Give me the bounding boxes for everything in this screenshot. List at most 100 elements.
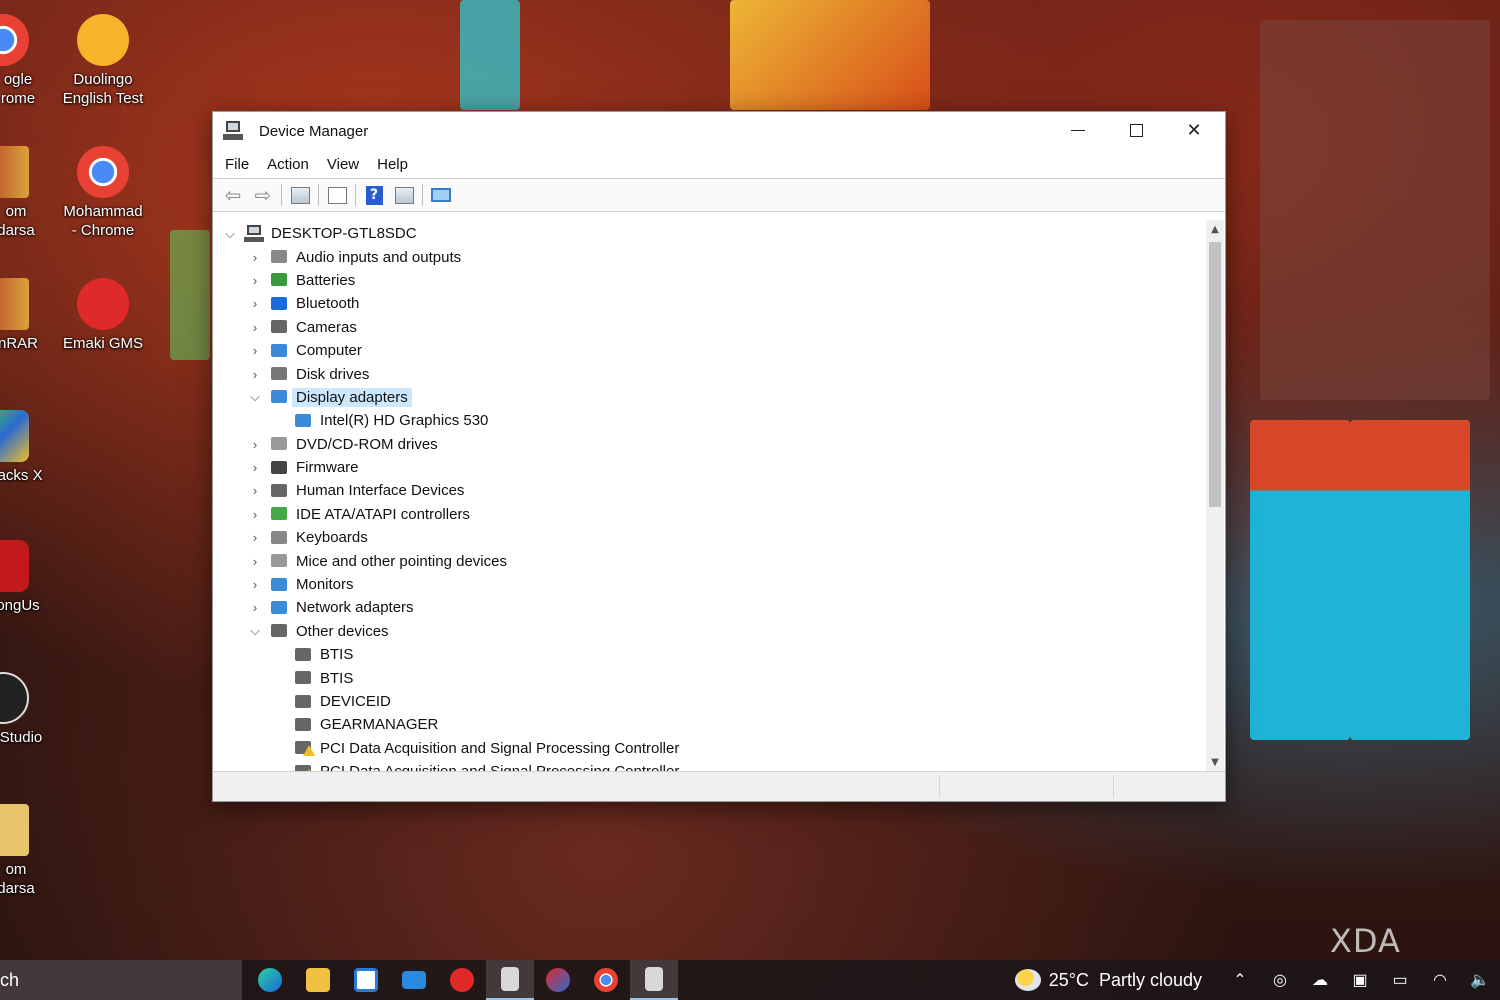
- warning-device-icon: [293, 763, 315, 771]
- scroll-thumb[interactable]: [1209, 242, 1221, 507]
- onedrive-icon[interactable]: ☁: [1300, 970, 1340, 990]
- taskbar-app-edge[interactable]: [246, 960, 294, 1000]
- security-icon[interactable]: ▣: [1340, 970, 1380, 990]
- title-bar[interactable]: Device Manager ✕: [213, 112, 1225, 150]
- menu-action[interactable]: Action: [259, 156, 317, 173]
- tree-category[interactable]: › Disk drives: [214, 362, 1205, 385]
- tree-category[interactable]: › Human Interface Devices: [214, 479, 1205, 502]
- desktop-icon-folder[interactable]: om darsa: [0, 804, 46, 898]
- wifi-icon[interactable]: ◠: [1420, 970, 1460, 990]
- taskbar-app-store[interactable]: [342, 960, 390, 1000]
- tree-category[interactable]: › Bluetooth: [214, 292, 1205, 315]
- chevron-down-icon[interactable]: ⌵: [247, 389, 263, 405]
- menu-file[interactable]: File: [217, 156, 257, 173]
- desktop-icon-emaki[interactable]: Emaki GMS: [60, 278, 146, 353]
- tree-category[interactable]: ⌵ Other devices: [214, 620, 1205, 643]
- tree-category[interactable]: ⌵ Display adapters: [214, 386, 1205, 409]
- desktop-icon-amongus[interactable]: ongUs: [0, 540, 46, 615]
- tree-device[interactable]: GEARMANAGER: [214, 713, 1205, 736]
- action-pane-icon: [394, 186, 414, 204]
- tree-category[interactable]: › Audio inputs and outputs: [214, 245, 1205, 268]
- taskbar-app-mail[interactable]: [390, 960, 438, 1000]
- chevron-right-icon[interactable]: ›: [247, 506, 263, 522]
- chevron-right-icon[interactable]: ›: [247, 272, 263, 288]
- tree-category[interactable]: › Computer: [214, 339, 1205, 362]
- forward-button[interactable]: ⇨: [252, 183, 274, 207]
- chevron-right-icon[interactable]: ›: [247, 577, 263, 593]
- chevron-down-icon[interactable]: ⌵: [247, 623, 263, 639]
- desktop-icon-shortcut[interactable]: om darsa: [0, 146, 46, 240]
- chevron-up-icon[interactable]: ⌃: [1220, 970, 1260, 990]
- desktop-icon-bluestacks[interactable]: tacks X: [0, 410, 46, 485]
- menu-view[interactable]: View: [319, 156, 367, 173]
- taskbar-app-chrome[interactable]: [582, 960, 630, 1000]
- tree-category[interactable]: › Firmware: [214, 456, 1205, 479]
- tree-category[interactable]: › Mice and other pointing devices: [214, 549, 1205, 572]
- volume-icon[interactable]: 🔈: [1460, 970, 1500, 990]
- vertical-scrollbar[interactable]: ▲ ▼: [1206, 220, 1224, 771]
- chevron-right-icon[interactable]: ›: [247, 460, 263, 476]
- chevron-right-icon[interactable]: ›: [247, 249, 263, 265]
- status-bar-divider: [1113, 775, 1114, 798]
- chevron-right-icon[interactable]: ›: [247, 483, 263, 499]
- desktop-icon-winrar[interactable]: nRAR: [0, 278, 46, 353]
- taskbar-app-device-manager-2[interactable]: [630, 960, 678, 1000]
- tree-device[interactable]: PCI Data Acquisition and Signal Processi…: [214, 760, 1205, 771]
- chevron-right-icon[interactable]: ›: [247, 600, 263, 616]
- scan-hardware-button[interactable]: [430, 184, 452, 206]
- minimize-button[interactable]: [1049, 112, 1107, 148]
- tree-device[interactable]: PCI Data Acquisition and Signal Processi…: [214, 737, 1205, 760]
- chevron-right-icon[interactable]: ›: [247, 553, 263, 569]
- show-hide-console-tree-button[interactable]: [289, 184, 311, 206]
- tree-root[interactable]: ⌵ DESKTOP-GTL8SDC: [214, 222, 1205, 245]
- menu-help[interactable]: Help: [369, 156, 416, 173]
- desktop-icon-duolingo[interactable]: Duolingo English Test: [60, 14, 146, 108]
- desktop-icon-chrome[interactable]: ogle rome: [0, 14, 46, 108]
- tree-device[interactable]: BTIS: [214, 666, 1205, 689]
- taskbar-app-explorer[interactable]: [294, 960, 342, 1000]
- device-manager-window[interactable]: Device Manager ✕ File Action View Help ⇦…: [212, 111, 1226, 802]
- chevron-right-icon[interactable]: ›: [247, 436, 263, 452]
- action-pane-button[interactable]: [393, 184, 415, 206]
- taskbar-app-emaki[interactable]: [438, 960, 486, 1000]
- chevron-right-icon[interactable]: ›: [247, 343, 263, 359]
- taskbar-app-device-manager[interactable]: [486, 960, 534, 1000]
- weather-condition[interactable]: Partly cloudy: [1099, 970, 1202, 991]
- close-button[interactable]: ✕: [1165, 112, 1223, 148]
- weather-temp[interactable]: 25°C: [1049, 970, 1089, 991]
- taskbar-app-paint[interactable]: [534, 960, 582, 1000]
- chevron-down-icon[interactable]: ⌵: [222, 226, 238, 242]
- tree-root-label: DESKTOP-GTL8SDC: [271, 225, 417, 243]
- battery-icon[interactable]: ▭: [1380, 970, 1420, 990]
- tree-device[interactable]: BTIS: [214, 643, 1205, 666]
- meet-now-icon[interactable]: ◎: [1260, 970, 1300, 990]
- chevron-right-icon[interactable]: ›: [247, 296, 263, 312]
- help-button[interactable]: ?: [363, 184, 385, 206]
- chevron-right-icon[interactable]: ›: [247, 319, 263, 335]
- scroll-down-button[interactable]: ▼: [1206, 753, 1224, 771]
- tree-category[interactable]: › Monitors: [214, 573, 1205, 596]
- tree-device[interactable]: Intel(R) HD Graphics 530: [214, 409, 1205, 432]
- desktop-icon-obs[interactable]: Studio: [0, 672, 46, 747]
- properties-button[interactable]: [326, 184, 348, 206]
- tree-category[interactable]: › Cameras: [214, 316, 1205, 339]
- chevron-right-icon[interactable]: ›: [247, 530, 263, 546]
- tree-category[interactable]: › DVD/CD-ROM drives: [214, 433, 1205, 456]
- desktop-icon-chrome-profile[interactable]: Mohammad - Chrome: [60, 146, 146, 240]
- tree-category[interactable]: › IDE ATA/ATAPI controllers: [214, 503, 1205, 526]
- chevron-right-icon[interactable]: ›: [247, 366, 263, 382]
- tree-device[interactable]: DEVICEID: [214, 690, 1205, 713]
- bluestacks-icon: [0, 410, 29, 462]
- tree-category[interactable]: › Batteries: [214, 269, 1205, 292]
- taskbar-search-box[interactable]: ch: [0, 960, 242, 1000]
- device-tree[interactable]: ⌵ DESKTOP-GTL8SDC › Audio inputs and outp…: [214, 220, 1205, 771]
- desktop-icon-label: ongUs: [0, 597, 40, 614]
- maximize-button[interactable]: [1107, 112, 1165, 148]
- mouse-icon: [269, 552, 289, 570]
- tree-category[interactable]: › Network adapters: [214, 596, 1205, 619]
- scroll-up-button[interactable]: ▲: [1206, 220, 1224, 238]
- back-button[interactable]: ⇦: [222, 183, 244, 207]
- tree-category[interactable]: › Keyboards: [214, 526, 1205, 549]
- weather-icon[interactable]: [1014, 969, 1041, 991]
- tree-category-label: Disk drives: [296, 365, 370, 383]
